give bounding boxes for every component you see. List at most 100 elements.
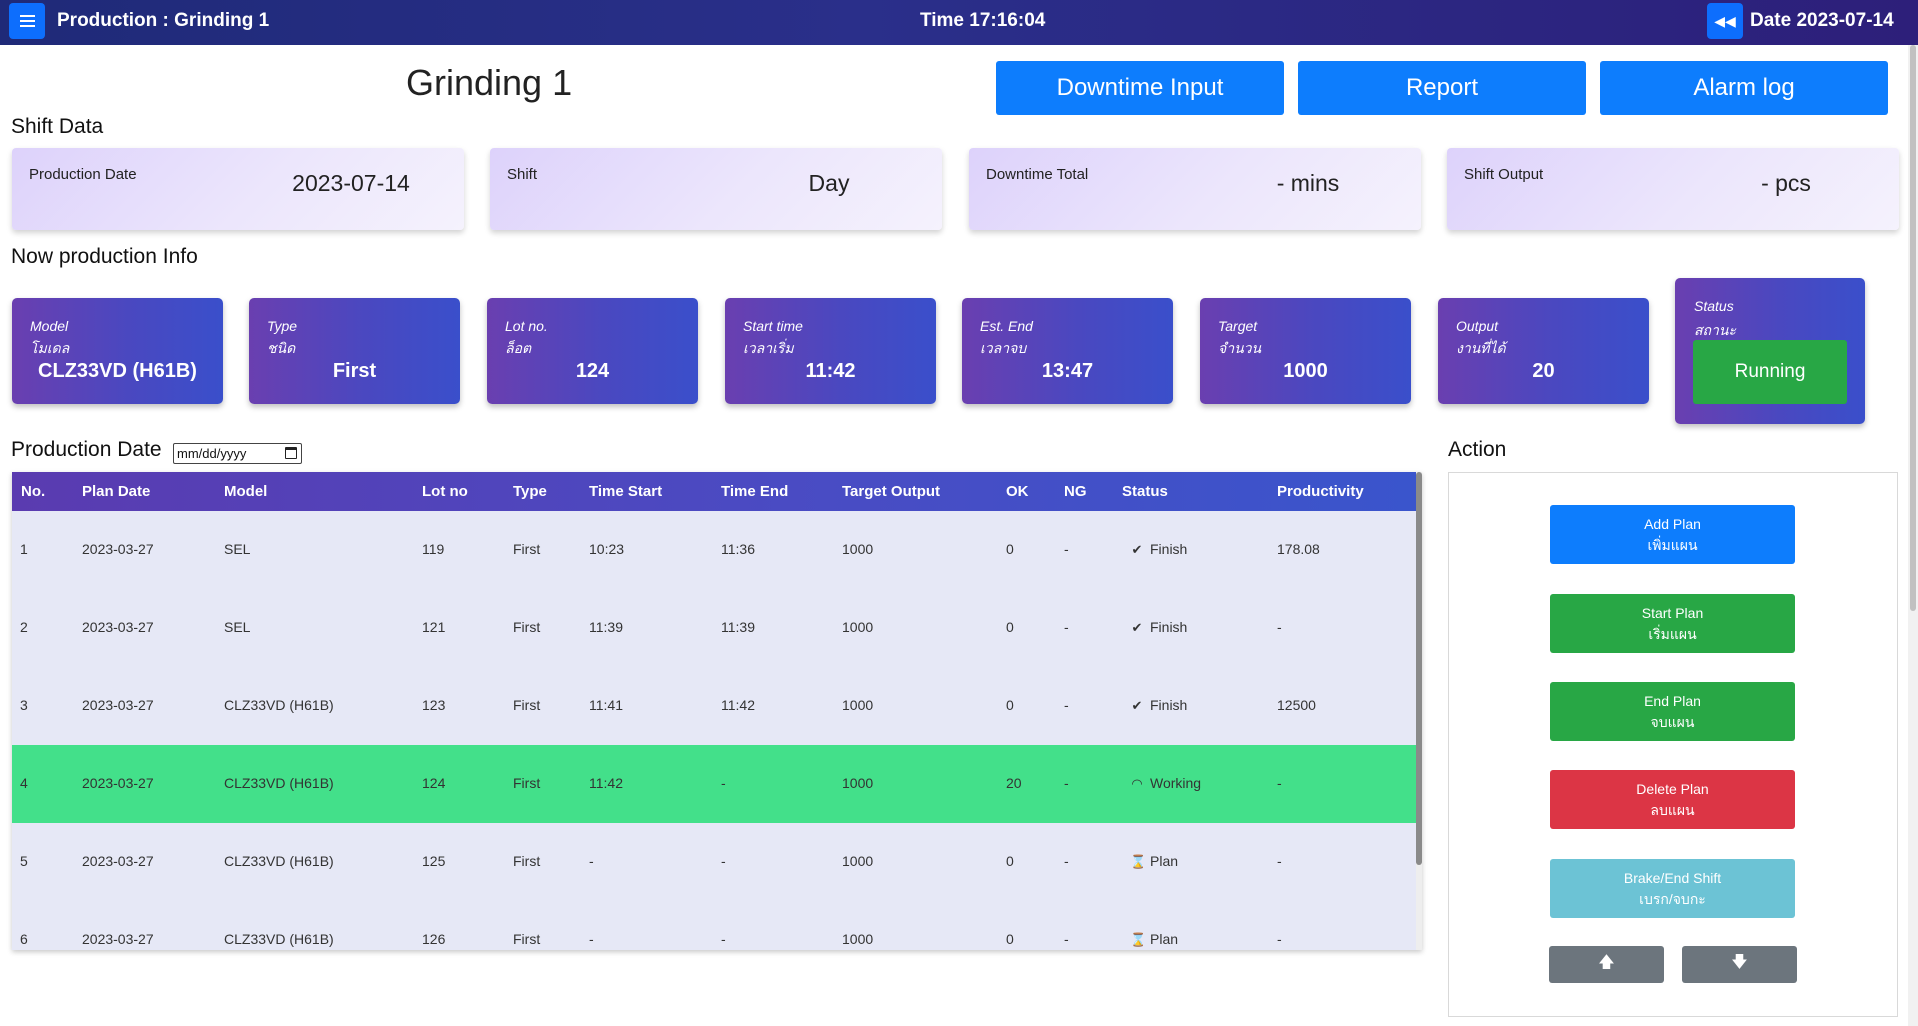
table-cell: 11:39 [721, 619, 755, 635]
table-cell: 121 [422, 619, 446, 635]
table-cell: 0 [1006, 931, 1014, 947]
status-text: Working [1150, 775, 1202, 791]
table-cell: 119 [422, 541, 445, 557]
move-up-button[interactable]: 🡅 [1549, 946, 1664, 983]
start-plan-button[interactable]: Start Plan เริ่มแผน [1550, 594, 1795, 653]
brake-end-shift-button[interactable]: Brake/End Shift เบรก/จบกะ [1550, 859, 1795, 918]
table-row[interactable]: 4 2023-03-27 CLZ33VD (H61B) 124 First 11:42 - 1… [12, 745, 1416, 823]
table-cell: - [1064, 931, 1069, 947]
check-icon: ✔ [1131, 542, 1143, 557]
table-cell: 11:41 [589, 697, 623, 713]
table-cell: - [589, 931, 594, 947]
now-production-info-title: Now production Info [11, 245, 198, 268]
table-cell: - [1064, 853, 1069, 869]
info-card-label-th: ล็อต [505, 340, 532, 356]
report-button[interactable]: Report [1298, 61, 1586, 115]
table-cell: - [721, 775, 726, 791]
top-bar: Production : Grinding 1 Time 17:16:04 ◀◀… [0, 0, 1918, 45]
menu-button[interactable] [9, 3, 45, 39]
hourglass-icon: ⌛ [1130, 932, 1147, 947]
start-plan-label: Start Plan [1641, 604, 1704, 621]
back-button[interactable]: ◀◀ [1707, 3, 1743, 39]
table-header-cell: Plan Date [82, 483, 151, 500]
table-cell: First [513, 541, 541, 557]
table-cell: 125 [422, 853, 446, 869]
table-cell: CLZ33VD (H61B) [224, 853, 334, 869]
table-cell: - [1277, 931, 1282, 947]
delete-plan-label-th: ลบแผน [1650, 801, 1695, 818]
status-text: Plan [1150, 853, 1179, 869]
status-text: Finish [1150, 619, 1188, 635]
table-cell: 11:42 [589, 775, 623, 791]
table-cell: 1 [20, 541, 28, 557]
add-plan-label: Add Plan [1644, 515, 1701, 532]
add-plan-label-th: เพิ่มแผน [1647, 536, 1698, 553]
shift-card-value: - pcs [1761, 170, 1811, 196]
status-text: Finish [1150, 697, 1188, 713]
table-header-cell: Target Output [842, 483, 941, 500]
table-cell: 0 [1006, 541, 1014, 557]
table-header-cell: Time End [721, 483, 789, 500]
table-row[interactable]: 5 2023-03-27 CLZ33VD (H61B) 125 First - - 1000 0… [12, 823, 1416, 901]
move-down-button[interactable]: 🡇 [1682, 946, 1797, 983]
table-cell: 5 [20, 853, 28, 869]
table-cell: - [1064, 619, 1069, 635]
table-cell: - [589, 853, 594, 869]
table-cell: 0 [1006, 853, 1014, 869]
table-cell: First [513, 853, 541, 869]
table-row[interactable]: 1 2023-03-27 SEL 119 First 10:23 11:36 1000 0 - ✔ F… [12, 511, 1416, 589]
date-input-placeholder: mm/dd/yyyy [177, 446, 247, 461]
table-cell: 2023-03-27 [82, 931, 154, 947]
table-cell: 2 [20, 619, 28, 635]
table-cell: 10:23 [589, 541, 625, 557]
table-row[interactable]: 6 2023-03-27 CLZ33VD (H61B) 126 First - - 1000 0… [12, 901, 1416, 950]
table-row[interactable]: 2 2023-03-27 SEL 121 First 11:39 11:39 1000 0 - ✔ F… [12, 589, 1416, 667]
page-scrollbar-thumb[interactable] [1910, 45, 1916, 611]
table-scrollbar-thumb[interactable] [1416, 472, 1422, 865]
info-card-label-en: Model [30, 318, 69, 334]
table-cell: 178.08 [1277, 541, 1320, 557]
table-cell: 2023-03-27 [82, 541, 154, 557]
table-cell: 124 [422, 775, 446, 791]
shift-card-label: Production Date [29, 166, 137, 183]
info-card-value: 20 [1532, 360, 1555, 382]
check-icon: ✔ [1131, 620, 1143, 635]
calendar-icon[interactable] [285, 447, 297, 459]
info-card-label-th: เวลาจบ [980, 340, 1027, 356]
table-cell: 1000 [842, 619, 874, 635]
info-card-start-time: Start time เวลาเริ่ม 11:42 [725, 298, 936, 404]
table-cell: SEL [224, 619, 251, 635]
table-cell: 1000 [842, 775, 874, 791]
end-plan-button[interactable]: End Plan จบแผน [1550, 682, 1795, 741]
alarm-log-button[interactable]: Alarm log [1600, 61, 1888, 115]
info-card-value: 124 [575, 360, 610, 382]
production-date-input[interactable]: mm/dd/yyyy [173, 443, 302, 464]
delete-plan-button[interactable]: Delete Plan ลบแผน [1550, 770, 1795, 829]
info-card-value: 11:42 [805, 360, 856, 382]
action-panel: Add Plan เพิ่มแผน Start Plan เริ่มแผน En… [1448, 472, 1898, 1017]
shift-card-value: - mins [1276, 170, 1340, 196]
table-header-cell: No. [21, 483, 46, 500]
table-cell: ⌛ Plan [1130, 853, 1178, 870]
info-card-status: Status สถานะ Running [1675, 278, 1865, 424]
page-scrollbar[interactable] [1908, 45, 1918, 1026]
shift-card-shift: Shift Day [490, 148, 942, 230]
add-plan-button[interactable]: Add Plan เพิ่มแผน [1550, 505, 1795, 564]
table-cell: 11:42 [721, 697, 755, 713]
table-row[interactable]: 3 2023-03-27 CLZ33VD (H61B) 123 First 11:41 11… [12, 667, 1416, 745]
table-cell: ✔ Finish [1130, 697, 1188, 714]
plan-table: No. Plan Date Model Lot no Type Time Start Tim… [12, 472, 1422, 950]
downtime-input-button[interactable]: Downtime Input [996, 61, 1284, 115]
info-card-label-th: จำนวน [1218, 340, 1262, 356]
table-cell: 1000 [842, 541, 874, 557]
info-card-label-en: Lot no. [505, 318, 548, 334]
table-cell: 123 [422, 697, 446, 713]
table-cell: 12500 [1277, 697, 1316, 713]
arrow-down-icon: 🡇 [1731, 954, 1748, 971]
status-label-th: สถานะ [1694, 322, 1736, 338]
shift-card-value: 2023-07-14 [292, 170, 410, 196]
table-cell: 11:39 [589, 619, 623, 635]
hourglass-icon: ⌛ [1130, 854, 1147, 869]
table-scrollbar[interactable] [1416, 472, 1422, 950]
table-cell: - [1064, 541, 1069, 557]
